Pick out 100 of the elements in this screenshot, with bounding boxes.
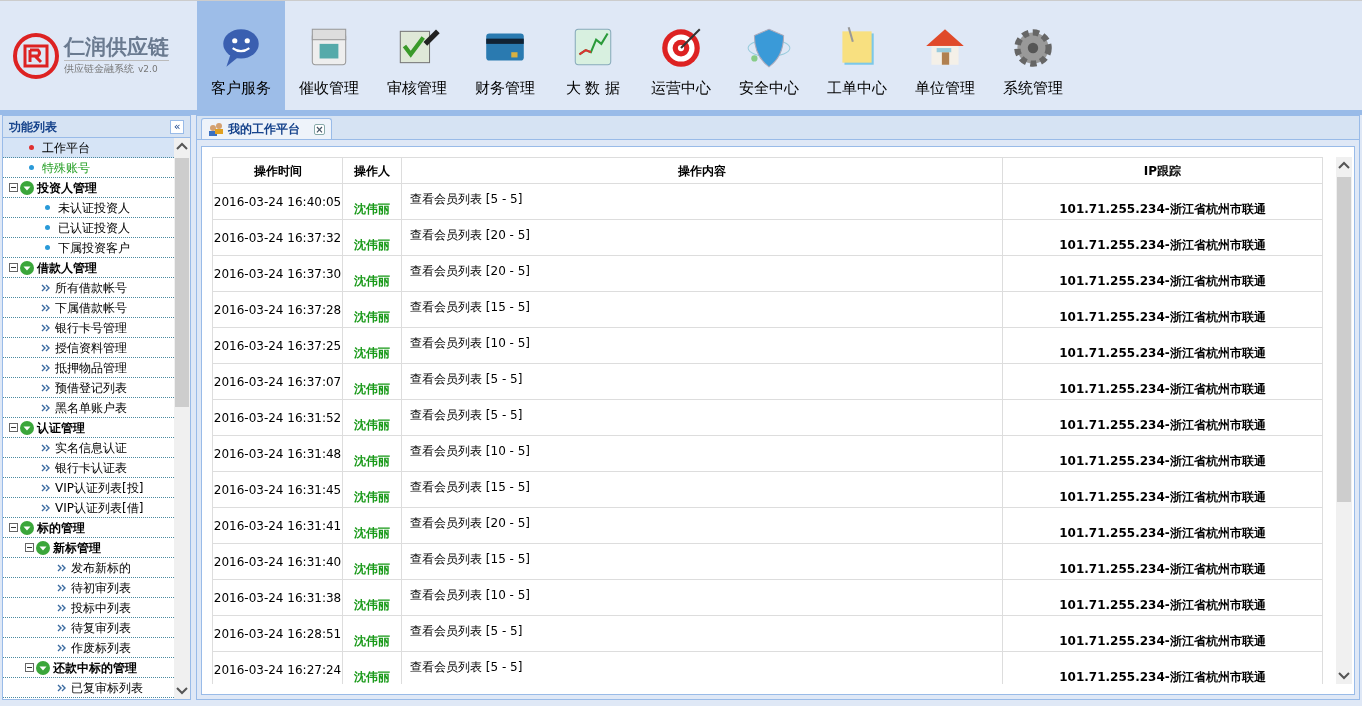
table-cell: 101.71.255.234-浙江省杭州市联通 [1002, 327, 1323, 364]
table-cell: 101.71.255.234-浙江省杭州市联通 [1002, 471, 1323, 508]
table-cell: 沈伟丽 [342, 183, 402, 220]
collapse-toggle-icon[interactable] [9, 263, 18, 272]
table-cell: 2016-03-24 16:31:38 [212, 579, 343, 616]
version-label: v2.0 [138, 63, 158, 77]
nav-tab[interactable]: 客户服务 [197, 1, 285, 111]
table-cell: 沈伟丽 [342, 615, 402, 652]
table-cell: 101.71.255.234-浙江省杭州市联通 [1002, 435, 1323, 472]
chevron-down-icon [20, 260, 34, 275]
group-label: 认证管理 [37, 419, 85, 437]
tree-group[interactable]: 投资人管理 [3, 178, 174, 198]
double-chevron-icon [41, 463, 50, 472]
table-cell: 101.71.255.234-浙江省杭州市联通 [1002, 219, 1323, 256]
chevron-down-icon [20, 180, 34, 195]
collapse-button[interactable]: « [170, 119, 184, 134]
tree-group[interactable]: 还款中标的管理 [3, 658, 174, 678]
double-chevron-icon [57, 583, 66, 592]
group-label: 借款人管理 [37, 259, 97, 277]
close-button[interactable]: × [314, 123, 325, 135]
tree-group[interactable]: 认证管理 [3, 418, 174, 438]
scroll-up-icon[interactable] [176, 142, 188, 150]
double-chevron-icon [41, 303, 50, 312]
scroll-down-icon[interactable] [176, 687, 188, 695]
group-label: 投资人管理 [37, 179, 97, 197]
double-chevron-icon [57, 643, 66, 652]
nav-tab[interactable]: 财务管理 [461, 1, 549, 111]
double-chevron-icon [57, 563, 66, 572]
tree-group[interactable]: 标的管理 [3, 518, 174, 538]
table-cell: 101.71.255.234-浙江省杭州市联通 [1002, 183, 1323, 220]
double-chevron-icon [57, 603, 66, 612]
tree-group[interactable]: 新标管理 [3, 538, 174, 558]
table-cell: 101.71.255.234-浙江省杭州市联通 [1002, 291, 1323, 328]
table-cell: 2016-03-24 16:31:52 [212, 399, 343, 436]
nav-tab[interactable]: 工单中心 [813, 1, 901, 111]
table-cell: 101.71.255.234-浙江省杭州市联通 [1002, 255, 1323, 292]
double-chevron-icon [41, 363, 50, 372]
table-cell: 2016-03-24 16:31:40 [212, 543, 343, 580]
collapse-toggle-icon[interactable] [9, 523, 18, 532]
collapse-toggle-icon[interactable] [25, 663, 34, 672]
table-cell: 沈伟丽 [342, 363, 402, 400]
nav-tab[interactable]: 系统管理 [989, 1, 1077, 111]
table-cell: 查看会员列表 [15 - 5] [401, 291, 1003, 328]
double-chevron-icon [57, 683, 66, 692]
table-cell: 2016-03-24 16:37:28 [212, 291, 343, 328]
scroll-up-icon[interactable] [1338, 161, 1350, 169]
column-header: 操作内容 [401, 157, 1003, 184]
table-cell: 查看会员列表 [20 - 5] [401, 507, 1003, 544]
table-cell: 2016-03-24 16:31:48 [212, 435, 343, 472]
scroll-thumb[interactable] [175, 158, 189, 407]
scroll-down-icon[interactable] [1338, 672, 1350, 680]
scrollbar[interactable] [174, 138, 190, 699]
table-cell: 查看会员列表 [10 - 5] [401, 327, 1003, 364]
table-cell: 查看会员列表 [5 - 5] [401, 183, 1003, 220]
table-cell: 查看会员列表 [5 - 5] [401, 615, 1003, 652]
column-header: 操作人 [342, 157, 402, 184]
table-cell: 沈伟丽 [342, 471, 402, 508]
table-cell: 101.71.255.234-浙江省杭州市联通 [1002, 363, 1323, 400]
nav-tab[interactable]: 催收管理 [285, 1, 373, 111]
table-cell: 沈伟丽 [342, 327, 402, 364]
tab[interactable]: 我的工作平台 × [201, 118, 332, 139]
nav-tab[interactable]: 运营中心 [637, 1, 725, 111]
collapse-toggle-icon[interactable] [9, 183, 18, 192]
logo-subtitle: 供应链金融系统 [64, 62, 134, 77]
chevron-down-icon [36, 660, 50, 675]
table-cell: 2016-03-24 16:37:25 [212, 327, 343, 364]
nav-tab[interactable]: 审核管理 [373, 1, 461, 111]
table-cell: 查看会员列表 [10 - 5] [401, 579, 1003, 616]
nav-tab[interactable]: 安全中心 [725, 1, 813, 111]
collapse-toggle-icon[interactable] [9, 423, 18, 432]
scroll-thumb[interactable] [1337, 177, 1351, 502]
double-chevron-icon [41, 323, 50, 332]
nav-tab[interactable]: 大 数 据 [549, 1, 637, 111]
users-icon [208, 122, 224, 136]
table-cell: 沈伟丽 [342, 255, 402, 292]
scrollbar[interactable] [1336, 157, 1352, 684]
table-cell: 2016-03-24 16:37:07 [212, 363, 343, 400]
table-cell: 沈伟丽 [342, 435, 402, 472]
tree-item[interactable]: 工作平台 [3, 138, 174, 158]
table-cell: 查看会员列表 [5 - 5] [401, 399, 1003, 436]
double-chevron-icon [41, 443, 50, 452]
table-cell: 2016-03-24 16:37:30 [212, 255, 343, 292]
table-cell: 2016-03-24 16:40:05 [212, 183, 343, 220]
table-cell: 查看会员列表 [10 - 5] [401, 435, 1003, 472]
table-cell: 2016-03-24 16:31:41 [212, 507, 343, 544]
table-cell: 2016-03-24 16:37:32 [212, 219, 343, 256]
logo-icon [12, 31, 60, 80]
collapse-toggle-icon[interactable] [25, 543, 34, 552]
tree-group[interactable]: 借款人管理 [3, 258, 174, 278]
table-cell: 查看会员列表 [20 - 5] [401, 255, 1003, 292]
table-cell: 101.71.255.234-浙江省杭州市联通 [1002, 615, 1323, 652]
group-label: 新标管理 [53, 539, 101, 557]
table-cell: 2016-03-24 16:28:51 [212, 615, 343, 652]
chevron-down-icon [36, 540, 50, 555]
group-label: 还款中标的管理 [53, 659, 137, 677]
table-cell: 101.71.255.234-浙江省杭州市联通 [1002, 543, 1323, 580]
table-cell: 沈伟丽 [342, 399, 402, 436]
table-cell: 沈伟丽 [342, 507, 402, 544]
table-cell: 2016-03-24 16:31:45 [212, 471, 343, 508]
nav-tab[interactable]: 单位管理 [901, 1, 989, 111]
